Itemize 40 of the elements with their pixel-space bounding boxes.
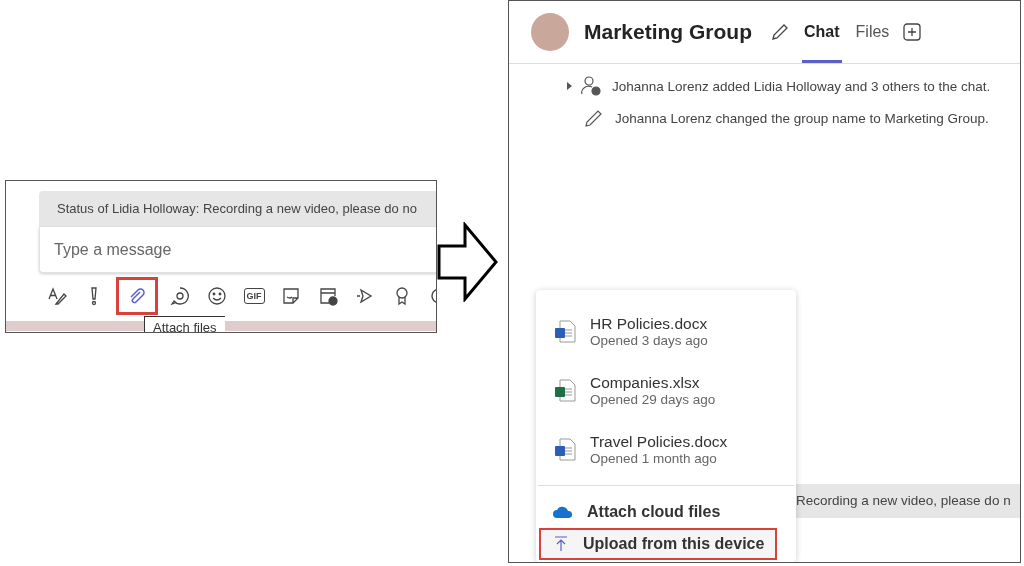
chat-title: Marketing Group <box>584 20 752 44</box>
menu-item[interactable]: Attach cloud files <box>539 496 777 528</box>
file-opened-time: Opened 3 days ago <box>590 333 708 348</box>
file-name: Travel Policies.docx <box>590 433 728 451</box>
recent-file-item[interactable]: HR Policies.docx Opened 3 days ago <box>536 302 796 361</box>
gif-label: GIF <box>243 288 265 304</box>
group-avatar <box>531 13 569 51</box>
add-tab-icon[interactable] <box>903 23 922 41</box>
file-opened-time: Opened 1 month ago <box>590 451 718 466</box>
sticker-icon <box>281 286 301 306</box>
menu-item[interactable]: Upload from this device <box>539 528 777 560</box>
file-opened-time: Opened 29 days ago <box>590 392 716 407</box>
emoji-icon <box>207 286 227 306</box>
tab[interactable]: Chat <box>802 1 842 63</box>
tooltip: Attach files <box>144 316 225 332</box>
document-file-icon <box>554 437 576 462</box>
event-message: Johanna Lorenz changed the group name to Marketing Group. <box>615 110 989 126</box>
status-banner: Status of Lidia Holloway: Recording a new video, please do no <box>39 191 436 227</box>
spreadsheet-file-icon <box>554 378 576 403</box>
add-person-icon <box>580 75 602 97</box>
event-message: Johanna Lorenz added Lidia Holloway and 3 others to the chat. <box>612 78 991 94</box>
upload-icon <box>553 536 569 552</box>
exclamation-icon <box>88 286 100 306</box>
recent-file-item[interactable]: Companies.xlsx Opened 29 days ago <box>536 361 796 420</box>
file-name: Companies.xlsx <box>590 374 701 392</box>
calendar-add-icon <box>318 286 338 306</box>
recent-file-item[interactable]: Travel Policies.docx Opened 1 month ago <box>536 420 796 479</box>
tab[interactable]: Files <box>853 1 892 63</box>
document-file-icon <box>554 319 576 344</box>
message-field[interactable]: Type a message <box>39 227 436 273</box>
status-banner: Recording a new video, please do n <box>796 484 1020 518</box>
cloud-icon <box>553 505 573 519</box>
caret-icon[interactable] <box>567 82 572 90</box>
ribbon-icon <box>394 286 410 306</box>
file-name: HR Policies.docx <box>590 315 708 333</box>
toolbar-button[interactable] <box>116 277 158 315</box>
toolbar-button[interactable]: GIF <box>239 277 269 315</box>
chat-bubble-icon <box>170 286 190 306</box>
pencil-icon[interactable] <box>770 22 790 42</box>
format-icon <box>47 286 67 306</box>
